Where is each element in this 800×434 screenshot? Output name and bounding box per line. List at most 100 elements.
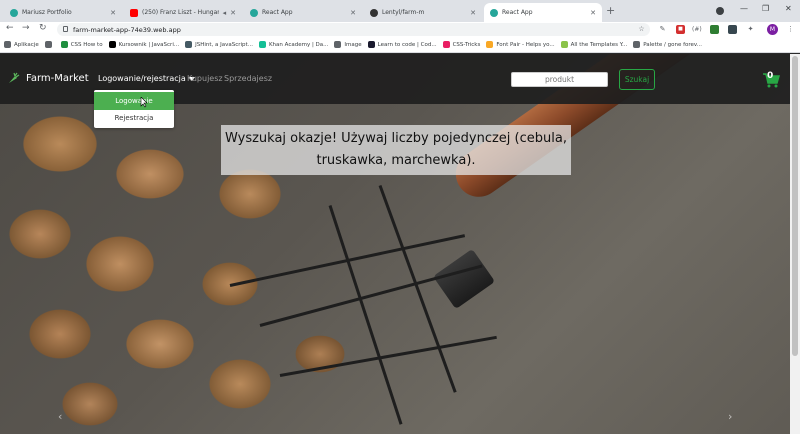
media-control-icon[interactable] [716,7,724,15]
bookmark-label: Aplikacje [14,41,39,48]
extension-icon[interactable] [710,25,719,34]
bookmark-label: Font Pair - Helps yo... [496,41,555,48]
bookmark-favicon-icon [4,41,11,48]
tab-label: Lentyl/farm-m [382,9,425,16]
react-favicon-icon [10,8,18,17]
brand-link[interactable]: Farm-Market [8,72,89,84]
bookmark-favicon-icon [60,41,68,48]
bookmark-label: Kursownik | JavaScri... [118,41,180,48]
bookmark-item[interactable]: Image [334,41,362,48]
bookmark-star-icon[interactable]: ☆ [637,25,646,34]
extension-icon[interactable]: ■ [676,25,685,34]
audio-icon[interactable]: ◂ [223,9,227,17]
product-search-input[interactable] [511,72,608,87]
bookmark-item[interactable]: CSS How to [60,41,103,48]
search-button[interactable]: Szukaj [619,69,655,90]
cart-count-badge: 0 [767,71,774,81]
bookmark-favicon-icon [560,41,568,48]
bookmark-favicon-icon [44,41,52,48]
reload-icon[interactable]: ↻ [39,23,47,33]
rake-ferrule-image [432,248,496,310]
close-tab-icon[interactable]: ✕ [470,9,476,17]
bookmark-label: CSS-Tricks [452,41,481,48]
scrollbar-thumb[interactable] [792,56,798,356]
tab-label: (250) Franz Liszt - Hungarian [142,9,219,16]
new-tab-button[interactable]: + [606,4,615,17]
browser-tab-4[interactable]: Lentyl/farm-m ✕ [364,3,482,22]
hero-headline: Wyszukaj okazje! Używaj liczby pojedyncz… [221,125,571,175]
react-favicon-icon [250,8,258,17]
browser-tab-5-active[interactable]: React App ✕ [484,3,602,22]
bookmark-favicon-icon [334,41,342,48]
tab-label: Mariusz Portfolio [22,9,72,16]
sell-link[interactable]: Sprzedajesz [224,74,272,83]
tab-label: React App [262,9,293,16]
bookmark-item[interactable]: Learn to code | Cod... [367,41,437,48]
lock-icon [63,26,68,32]
bookmark-favicon-icon [258,41,266,48]
rake-tine [279,335,497,377]
maximize-icon[interactable]: ❐ [762,4,769,13]
login-register-dropdown[interactable]: Logowanie/rejestracja [98,74,195,83]
dropdown-item-login[interactable]: Logowanie [94,92,174,110]
bookmark-item[interactable]: Font Pair - Helps yo... [486,41,555,48]
bookmarks-bar: Aplikacje CSS How to Kursownik | JavaScri.… [0,37,800,53]
profile-avatar[interactable]: M [767,24,778,35]
eyedropper-icon[interactable]: ✎ [658,25,667,34]
back-icon[interactable]: ← [6,23,14,33]
carousel-next-icon[interactable]: › [728,410,732,423]
close-tab-icon[interactable]: ✕ [110,9,116,17]
bookmark-item[interactable]: Kursownik | JavaScri... [108,41,180,48]
bookmark-label: Image [344,41,362,48]
bookmark-label: Learn to code | Cod... [377,41,437,48]
react-favicon-icon [490,8,498,17]
mouse-pointer-icon [140,97,148,108]
address-bar-row: ← → ↻ farm-market-app-74e39.web.app ☆ ✎ … [0,22,800,37]
bookmark-label: All the Templates Y... [570,41,628,48]
extension-icon[interactable]: (#) [692,25,702,34]
bookmark-favicon-icon [108,41,116,48]
brand-name: Farm-Market [26,72,89,84]
extensions-puzzle-icon[interactable]: ✦ [746,25,755,34]
browser-tab-strip: Mariusz Portfolio ✕ (250) Franz Liszt - … [0,0,800,22]
browser-tab-1[interactable]: Mariusz Portfolio ✕ [4,3,122,22]
browser-tab-3[interactable]: React App ✕ [244,3,362,22]
minimize-icon[interactable]: — [740,4,748,13]
bookmark-favicon-icon [442,41,450,48]
bookmark-item[interactable]: All the Templates Y... [560,41,628,48]
bookmark-item[interactable]: JSHint, a JavaScript... [185,41,253,48]
bookmark-favicon-icon [633,41,641,48]
close-tab-icon[interactable]: ✕ [350,9,356,17]
carrot-icon [9,72,20,83]
bookmark-item[interactable]: Aplikacje [4,41,39,48]
bookmark-label: JSHint, a JavaScript... [195,41,253,48]
close-window-icon[interactable]: ✕ [785,4,792,13]
tab-label: React App [502,9,533,16]
close-tab-icon[interactable]: ✕ [230,9,236,17]
bookmark-favicon-icon [486,41,494,48]
menu-dots-icon[interactable]: ⋮ [786,25,795,34]
bookmark-item[interactable]: Palette / gone forev... [633,41,702,48]
bookmark-item[interactable]: Khan Academy | Da... [258,41,329,48]
login-register-label: Logowanie/rejestracja [98,74,186,83]
dropdown-item-register[interactable]: Rejestracja [94,109,174,127]
url-field[interactable]: farm-market-app-74e39.web.app [57,23,650,36]
extension-icon[interactable] [728,25,737,34]
bookmark-favicon-icon [185,41,193,48]
youtube-favicon-icon [130,8,138,17]
bookmark-label: Khan Academy | Da... [268,41,329,48]
url-text: farm-market-app-74e39.web.app [73,25,181,34]
bookmark-label: Palette / gone forev... [643,41,702,48]
rake-tine [328,205,403,425]
bookmark-item[interactable] [44,41,55,48]
forward-icon[interactable]: → [22,23,30,33]
carousel-prev-icon[interactable]: ‹ [58,410,62,423]
bookmark-label: CSS How to [70,41,103,48]
login-dropdown-menu: Logowanie Rejestracja [94,90,174,128]
buy-link[interactable]: Kupujesz [187,74,223,83]
close-tab-icon[interactable]: ✕ [590,9,596,17]
browser-tab-2[interactable]: (250) Franz Liszt - Hungarian ◂ ✕ [124,3,242,22]
bookmark-item[interactable]: CSS-Tricks [442,41,481,48]
github-favicon-icon [370,8,378,17]
bookmark-favicon-icon [367,41,375,48]
